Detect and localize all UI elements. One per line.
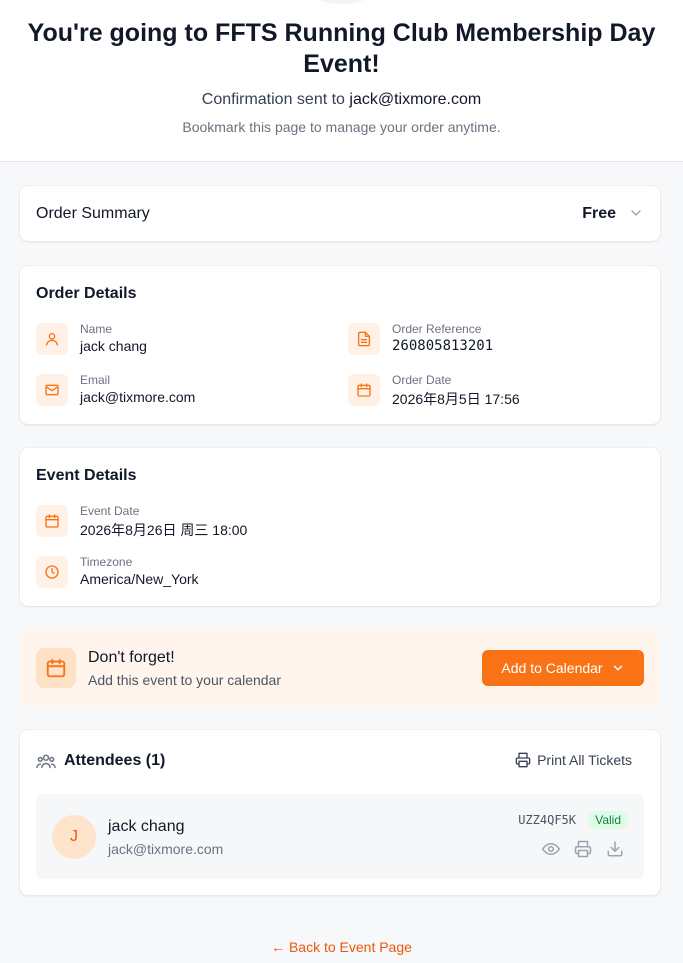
- timezone-value: America/New_York: [80, 571, 199, 587]
- add-to-calendar-button[interactable]: Add to Calendar: [482, 650, 644, 686]
- order-summary-card[interactable]: Order Summary Free: [20, 186, 660, 241]
- attendee-email: jack@tixmore.com: [108, 841, 224, 857]
- reminder-title: Don't forget!: [88, 649, 175, 666]
- event-date-field: Event Date 2026年8月26日 周三 18:00: [36, 504, 436, 538]
- attendees-title: Attendees (1): [64, 752, 166, 769]
- order-details-card: Order Details Name jack chang Order Refe…: [20, 266, 660, 424]
- name-field: Name jack chang: [36, 322, 326, 356]
- reminder-subtitle: Add this event to your calendar: [88, 672, 282, 688]
- header-success-badge: [309, 0, 373, 4]
- users-icon: [36, 754, 56, 769]
- event-details-title: Event Details: [36, 467, 137, 484]
- print-all-tickets-button[interactable]: Print All Tickets: [515, 752, 632, 768]
- add-to-calendar-label: Add to Calendar: [501, 660, 603, 676]
- printer-icon: [515, 752, 531, 768]
- email-field: Email jack@tixmore.com: [36, 373, 326, 407]
- chevron-down-icon: [613, 665, 622, 671]
- calendar-icon: [348, 374, 380, 406]
- attendees-card: Attendees (1) Print All Tickets J jack c…: [20, 730, 660, 895]
- order-reference-field: Order Reference 260805813201: [348, 322, 638, 356]
- order-reference-value: 260805813201: [392, 338, 494, 354]
- order-date-label: Order Date: [392, 373, 452, 387]
- attendees-header: Attendees (1): [36, 752, 165, 770]
- print-all-label: Print All Tickets: [537, 752, 632, 768]
- status-badge: Valid: [588, 811, 628, 829]
- confirmation-line: Confirmation sent to jack@tixmore.com: [0, 91, 683, 109]
- order-date-value: 2026年8月5日 17:56: [392, 391, 520, 407]
- timezone-label: Timezone: [80, 555, 133, 569]
- download-icon[interactable]: [606, 840, 624, 858]
- email-value: jack@tixmore.com: [80, 389, 196, 405]
- user-icon: [36, 323, 68, 355]
- ticket-code: UZZ4QF5K: [518, 813, 576, 827]
- back-to-event-link-wrap: ← Back to Event Page: [0, 939, 683, 955]
- calendar-icon: [36, 648, 76, 688]
- printer-icon[interactable]: [574, 840, 592, 858]
- order-reference-label: Order Reference: [392, 322, 482, 336]
- bookmark-note: Bookmark this page to manage your order …: [182, 119, 501, 135]
- back-to-event-link[interactable]: ← Back to Event Page: [271, 939, 412, 955]
- attendee-name: jack chang: [108, 818, 185, 835]
- order-date-field: Order Date 2026年8月5日 17:56: [348, 373, 638, 407]
- order-details-title: Order Details: [36, 285, 137, 302]
- timezone-field: Timezone America/New_York: [36, 555, 436, 589]
- event-date-value: 2026年8月26日 周三 18:00: [80, 522, 248, 538]
- clock-icon: [36, 556, 68, 588]
- event-details-card: Event Details Event Date 2026年8月26日 周三 1…: [20, 448, 660, 606]
- confirmation-email: jack@tixmore.com: [349, 91, 482, 108]
- order-summary-title: Order Summary: [36, 205, 150, 222]
- email-label: Email: [80, 373, 111, 387]
- event-date-label: Event Date: [80, 504, 140, 518]
- document-icon: [348, 323, 380, 355]
- page-title: You're going to FFTS Running Club Member…: [27, 19, 656, 78]
- attendee-row: J jack chang jack@tixmore.com UZZ4QF5K V…: [36, 794, 644, 879]
- avatar: J: [52, 815, 96, 859]
- confirmation-prefix: Confirmation sent to: [201, 91, 345, 108]
- eye-icon[interactable]: [542, 840, 560, 858]
- confirmation-header: You're going to FFTS Running Club Member…: [0, 0, 683, 162]
- calendar-icon: [36, 505, 68, 537]
- ticket-actions: [542, 840, 624, 858]
- order-summary-price: Free: [582, 205, 616, 222]
- name-label: Name: [80, 322, 113, 336]
- mail-icon: [36, 374, 68, 406]
- name-value: jack chang: [80, 338, 147, 354]
- calendar-reminder-banner: Don't forget! Add this event to your cal…: [20, 630, 660, 706]
- chevron-down-icon[interactable]: [628, 205, 644, 221]
